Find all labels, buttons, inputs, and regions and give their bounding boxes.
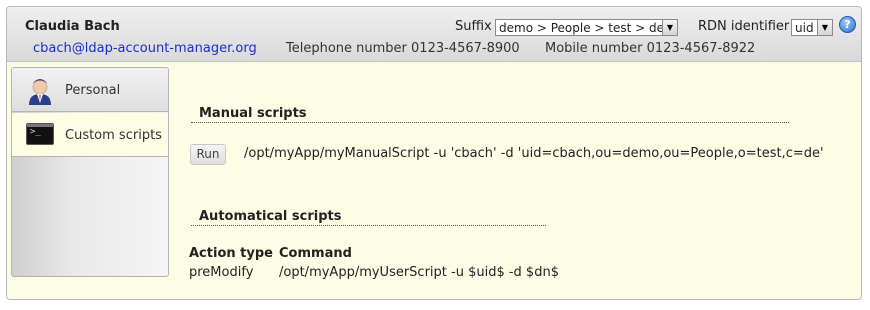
run-button[interactable]: Run [190, 144, 226, 165]
chevron-down-icon: ▼ [662, 20, 677, 35]
module-tabs: Personal >_ Custom scripts [11, 67, 169, 277]
manual-script-command: /opt/myApp/myManualScript -u 'cbach' -d … [244, 146, 824, 161]
user-name: Claudia Bach [25, 19, 120, 34]
suffix-select[interactable]: demo > People > test > de ▼ [495, 19, 678, 36]
person-avatar-icon [29, 79, 51, 105]
mobile-number: Mobile number 0123-4567-8922 [545, 41, 756, 56]
telephone-number: Telephone number 0123-4567-8900 [286, 41, 520, 56]
manual-scripts-title: Manual scripts [199, 106, 307, 121]
column-header-action-type: Action type [189, 246, 273, 261]
row-action-type: preModify [189, 265, 254, 280]
suffix-label: Suffix [455, 19, 492, 34]
automatical-scripts-divider [191, 225, 546, 226]
terminal-icon: >_ [26, 123, 54, 145]
tab-custom-scripts-label: Custom scripts [65, 128, 162, 143]
rdn-identifier-label: RDN identifier [698, 19, 790, 34]
automatical-scripts-title: Automatical scripts [199, 209, 342, 224]
chevron-down-icon: ▼ [817, 20, 832, 35]
account-panel: Claudia Bach cbach@ldap-account-manager.… [6, 6, 862, 300]
tab-personal[interactable]: Personal [12, 68, 168, 112]
suffix-select-value: demo > People > test > de [499, 21, 664, 35]
tab-personal-label: Personal [65, 83, 121, 98]
email-link[interactable]: cbach@ldap-account-manager.org [33, 41, 257, 56]
rdn-identifier-select[interactable]: uid ▼ [791, 19, 833, 36]
help-icon[interactable]: ? [839, 16, 856, 33]
column-header-command: Command [279, 246, 352, 261]
account-header: Claudia Bach cbach@ldap-account-manager.… [7, 7, 861, 62]
tab-custom-scripts[interactable]: >_ Custom scripts [12, 113, 168, 157]
row-command: /opt/myApp/myUserScript -u $uid$ -d $dn$ [279, 265, 559, 280]
manual-scripts-divider [191, 122, 789, 123]
rdn-select-value: uid [795, 21, 814, 35]
